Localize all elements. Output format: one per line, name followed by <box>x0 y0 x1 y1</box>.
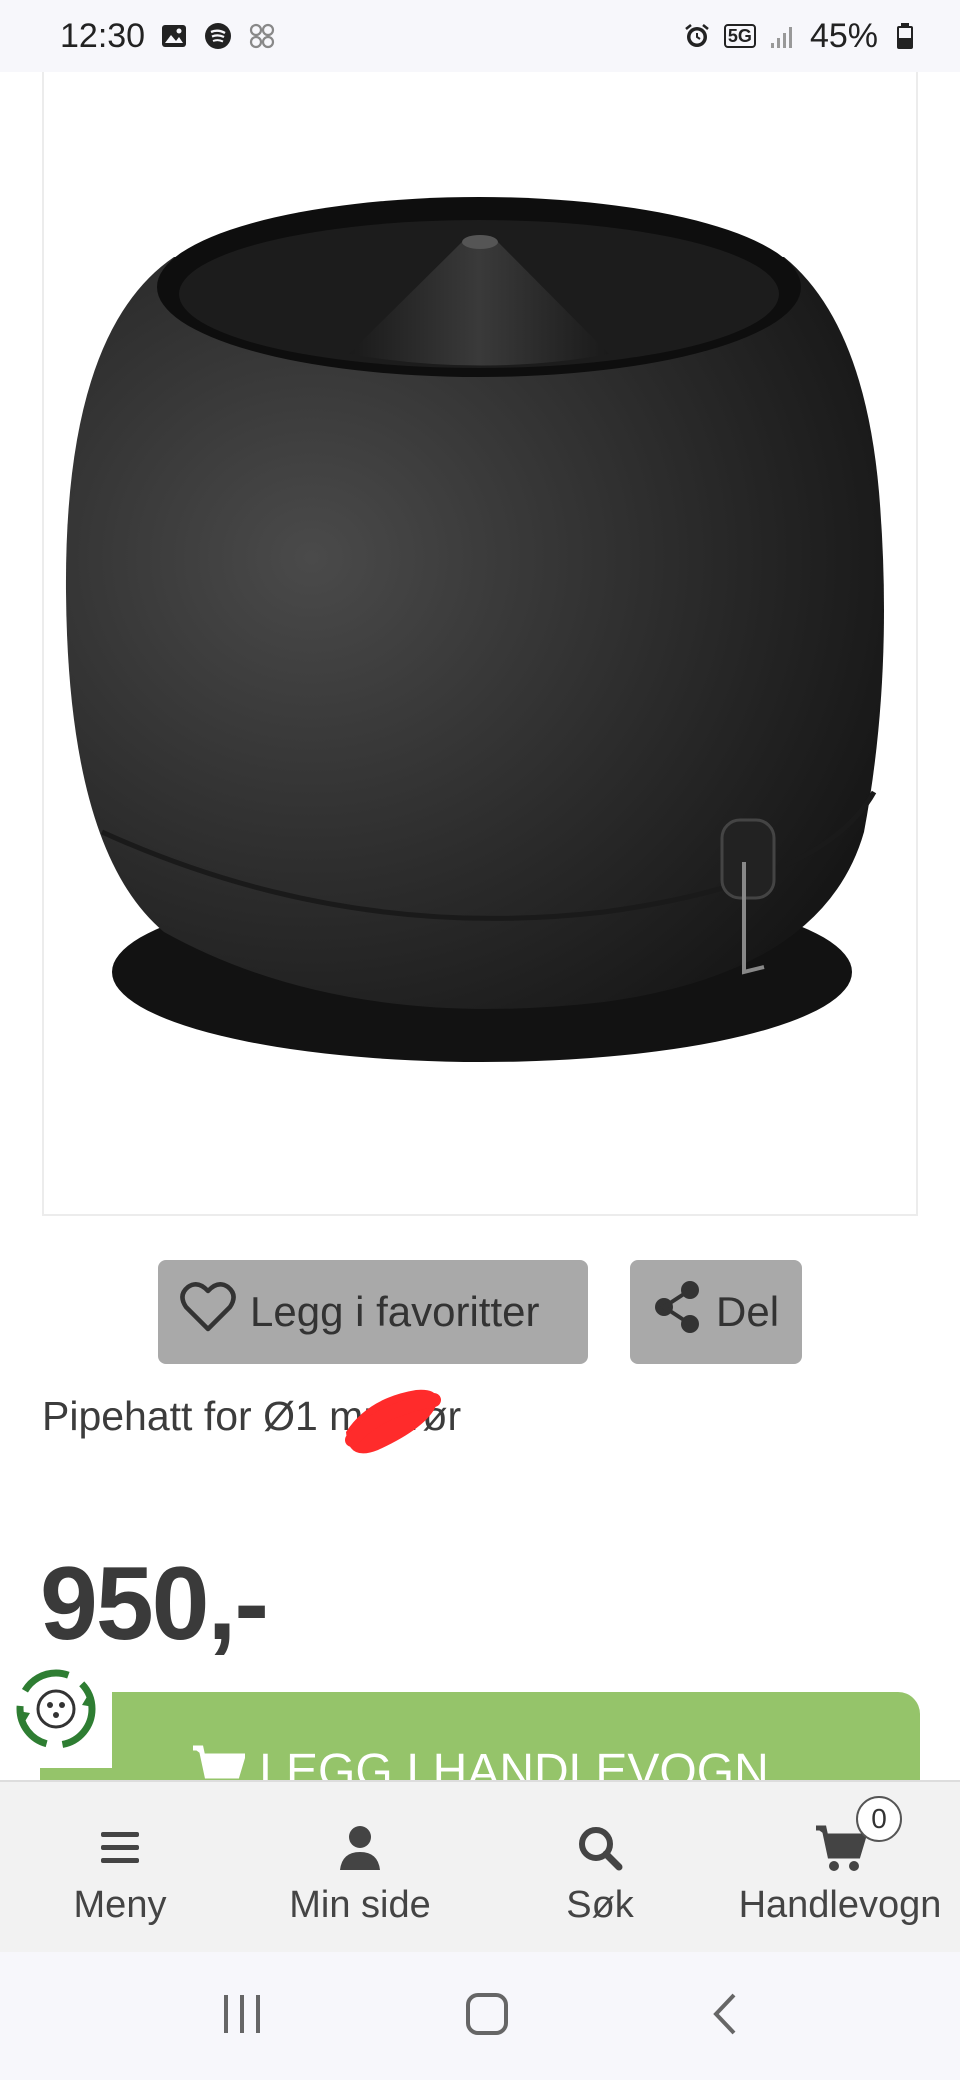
product-image[interactable] <box>42 72 918 1216</box>
recycle-badge[interactable] <box>0 1650 112 1768</box>
nav-item-menu[interactable]: Meny <box>0 1782 240 1952</box>
share-icon <box>652 1280 702 1344</box>
product-actions: Legg i favoritter Del <box>0 1260 960 1364</box>
menu-icon <box>99 1820 141 1876</box>
recent-apps-button[interactable] <box>220 1993 264 2040</box>
nav-label-cart: Handlevogn <box>738 1884 942 1926</box>
nav-label-my-page: Min side <box>289 1884 431 1926</box>
redaction-mark <box>338 1380 448 1464</box>
alarm-icon <box>682 21 712 51</box>
status-time: 12:30 <box>60 16 146 55</box>
system-navigation-bar <box>0 1952 960 2080</box>
nav-item-my-page[interactable]: Min side <box>240 1782 480 1952</box>
battery-level: 45% <box>809 16 878 55</box>
share-label: Del <box>716 1288 780 1335</box>
add-to-favorites-label: Legg i favoritter <box>250 1288 540 1335</box>
network-type-label: 5G <box>723 24 756 48</box>
heart-icon <box>180 1281 236 1343</box>
nav-label-menu: Meny <box>73 1884 167 1926</box>
nav-item-cart[interactable]: 0 Handlevogn <box>720 1782 960 1952</box>
bottom-navigation: Meny Min side Søk 0 Handlevogn <box>0 1780 960 1952</box>
gallery-icon <box>159 21 189 51</box>
share-button[interactable]: Del <box>630 1260 802 1364</box>
apps-icon <box>247 21 277 51</box>
nav-item-search[interactable]: Søk <box>480 1782 720 1952</box>
back-button[interactable] <box>710 1992 740 2041</box>
status-bar: 12:30 5G 45% <box>0 0 960 72</box>
add-to-favorites-button[interactable]: Legg i favoritter <box>158 1260 588 1364</box>
home-button[interactable] <box>465 1992 509 2041</box>
signal-icon <box>768 21 798 51</box>
user-icon <box>338 1820 382 1876</box>
cart-count-badge: 0 <box>856 1796 902 1842</box>
product-price: 950,- <box>40 1546 269 1662</box>
search-icon <box>577 1820 623 1876</box>
nav-label-search: Søk <box>566 1884 634 1926</box>
battery-icon <box>890 21 920 51</box>
spotify-icon <box>203 21 233 51</box>
